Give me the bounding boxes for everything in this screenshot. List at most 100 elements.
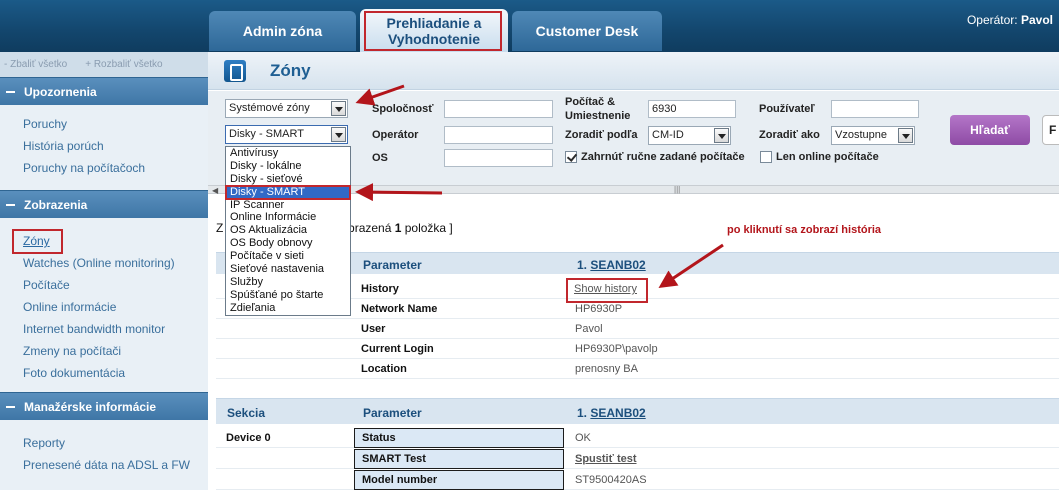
company-label: Spoločnosť <box>372 103 434 115</box>
computer-link[interactable]: SEANB02 <box>590 258 645 272</box>
section-name: Device 0 <box>226 432 271 444</box>
dropdown-option[interactable]: Disky - lokálne <box>226 160 350 173</box>
sort-order-label: Zoradiť ako <box>759 129 820 141</box>
dropdown-option[interactable]: Počítače v sieti <box>226 250 350 263</box>
sidebar-item-online-info[interactable]: Online informácie <box>23 296 208 318</box>
dropdown-option-selected[interactable]: Disky - SMART <box>225 184 351 200</box>
sidebar-item-faults[interactable]: Poruchy <box>23 113 208 135</box>
dropdown-option[interactable]: Spúšťané po štarte <box>226 289 350 302</box>
dropdown-option[interactable]: IP Scanner <box>226 199 350 212</box>
table-row: User Pavol <box>216 319 1059 339</box>
checkbox-icon <box>760 151 772 163</box>
computer-input[interactable]: 6930 <box>648 100 736 118</box>
row-key: Location <box>361 363 407 375</box>
select-value: Vzostupne <box>835 129 887 141</box>
operator-info: Operátor: Pavol <box>967 13 1053 27</box>
sort-by-select[interactable]: CM-ID <box>648 126 731 145</box>
company-input[interactable] <box>444 100 553 118</box>
result-prefix: Z <box>216 221 224 235</box>
sidebar-item-computer-faults[interactable]: Poruchy na počítačoch <box>23 157 208 179</box>
table-row: Location prenosny BA <box>216 359 1059 379</box>
sidebar-item-adsl-data[interactable]: Prenesené dáta na ADSL a FW <box>23 454 208 476</box>
select-value: Disky - SMART <box>229 128 304 140</box>
table-row: Device 0 Status OK <box>216 428 1059 448</box>
sidebar-list-management: Reporty Prenesené dáta na ADSL a FW <box>0 420 208 490</box>
dropdown-option[interactable]: Antivírusy <box>226 147 350 160</box>
row-key: SMART Test <box>354 449 564 469</box>
sidebar-item-computers[interactable]: Počítače <box>23 274 208 296</box>
column-header: 1. SEANB02 <box>577 406 646 420</box>
row-value: prenosny BA <box>575 363 638 375</box>
row-key: Model number <box>354 470 564 490</box>
grip-icon: ||| <box>674 185 681 194</box>
include-manual-checkbox[interactable]: Zahrnúť ručne zadané počítače <box>565 151 745 163</box>
operator-filter-label: Operátor <box>372 129 419 141</box>
chevron-down-icon <box>898 128 913 143</box>
search-button[interactable]: Hľadať <box>950 115 1030 145</box>
select-value: Systémové zóny <box>229 102 310 114</box>
os-input[interactable] <box>444 149 553 167</box>
section-title: Zobrazenia <box>24 197 88 212</box>
computer-label: Počítač & <box>565 96 616 108</box>
column-prefix: 1. <box>577 258 588 272</box>
row-key: Status <box>354 428 564 448</box>
sidebar-section-alerts[interactable]: Upozornenia <box>0 77 208 105</box>
top-header: Admin zóna Prehliadanie a Vyhodnotenie C… <box>0 0 1059 52</box>
user-label: Používateľ <box>759 103 815 115</box>
tab-customer-desk[interactable]: Customer Desk <box>512 11 662 51</box>
sort-order-select[interactable]: Vzostupne <box>831 126 915 145</box>
online-only-checkbox[interactable]: Len online počítače <box>760 151 879 163</box>
highlight-box <box>566 278 648 303</box>
computer-link[interactable]: SEANB02 <box>590 406 645 420</box>
checkbox-label: Zahrnúť ručne zadané počítače <box>581 151 745 163</box>
annotation-text: po kliknutí sa zobrazí história <box>727 224 882 236</box>
sidebar-item-fault-history[interactable]: História porúch <box>23 135 208 157</box>
sidebar-item-reports[interactable]: Reporty <box>23 432 208 454</box>
chevron-down-icon <box>714 128 729 143</box>
run-test-link[interactable]: Spustiť test <box>575 453 637 465</box>
sidebar-item-bandwidth[interactable]: Internet bandwidth monitor <box>23 318 208 340</box>
result-text: položka ] <box>401 221 453 235</box>
zone-select[interactable]: Disky - SMART <box>225 125 348 144</box>
tab-admin-zone[interactable]: Admin zóna <box>209 11 356 51</box>
dropdown-option[interactable]: Služby <box>226 276 350 289</box>
dropdown-option[interactable]: Online Informácie <box>226 211 350 224</box>
section-title: Upozornenia <box>24 84 97 99</box>
column-prefix: 1. <box>577 406 588 420</box>
location-label: Umiestnenie <box>565 110 631 122</box>
user-input[interactable] <box>831 100 919 118</box>
column-header: 1. SEANB02 <box>577 258 646 272</box>
chevron-down-icon <box>331 101 346 116</box>
zones-icon <box>224 59 246 82</box>
operator-input[interactable] <box>444 126 553 144</box>
dropdown-option[interactable]: OS Body obnovy <box>226 237 350 250</box>
collapse-icon <box>6 405 15 408</box>
dropdown-option[interactable]: Sieťové nastavenia <box>226 263 350 276</box>
extra-button[interactable]: F <box>1042 115 1059 145</box>
select-value: CM-ID <box>652 129 684 141</box>
row-key: History <box>361 283 399 295</box>
sidebar-section-management[interactable]: Manažérske informácie <box>0 392 208 420</box>
operator-name: Pavol <box>1020 13 1053 27</box>
sidebar-item-changes[interactable]: Zmeny na počítači <box>23 340 208 362</box>
table-row: SMART Test Spustiť test <box>216 449 1059 469</box>
collapse-icon <box>6 203 15 206</box>
row-value: HP6930P\pavolp <box>575 343 658 355</box>
expand-all-link[interactable]: + Rozbaliť všetko <box>85 59 162 70</box>
dropdown-option[interactable]: Zdieľania <box>226 302 350 315</box>
dropdown-option[interactable]: Disky - sieťové <box>226 173 350 186</box>
row-key: Network Name <box>361 303 438 315</box>
collapse-left-icon[interactable]: ◀ <box>212 186 218 195</box>
checkbox-label: Len online počítače <box>776 151 879 163</box>
sidebar-section-views[interactable]: Zobrazenia <box>0 190 208 218</box>
table-row: Current Login HP6930P\pavolp <box>216 339 1059 359</box>
os-label: OS <box>372 152 388 164</box>
zone-type-select[interactable]: Systémové zóny <box>225 99 348 118</box>
table-header: Sekcia Parameter 1. SEANB02 <box>216 398 1059 424</box>
checkbox-checked-icon <box>565 151 577 163</box>
dropdown-option[interactable]: OS Aktualizácia <box>226 224 350 237</box>
sidebar-item-photo-docs[interactable]: Foto dokumentácia <box>23 362 208 384</box>
collapse-all-link[interactable]: - Zbaliť všetko <box>4 59 67 70</box>
sidebar-item-watches[interactable]: Watches (Online monitoring) <box>23 252 208 274</box>
highlight-box <box>364 11 502 51</box>
